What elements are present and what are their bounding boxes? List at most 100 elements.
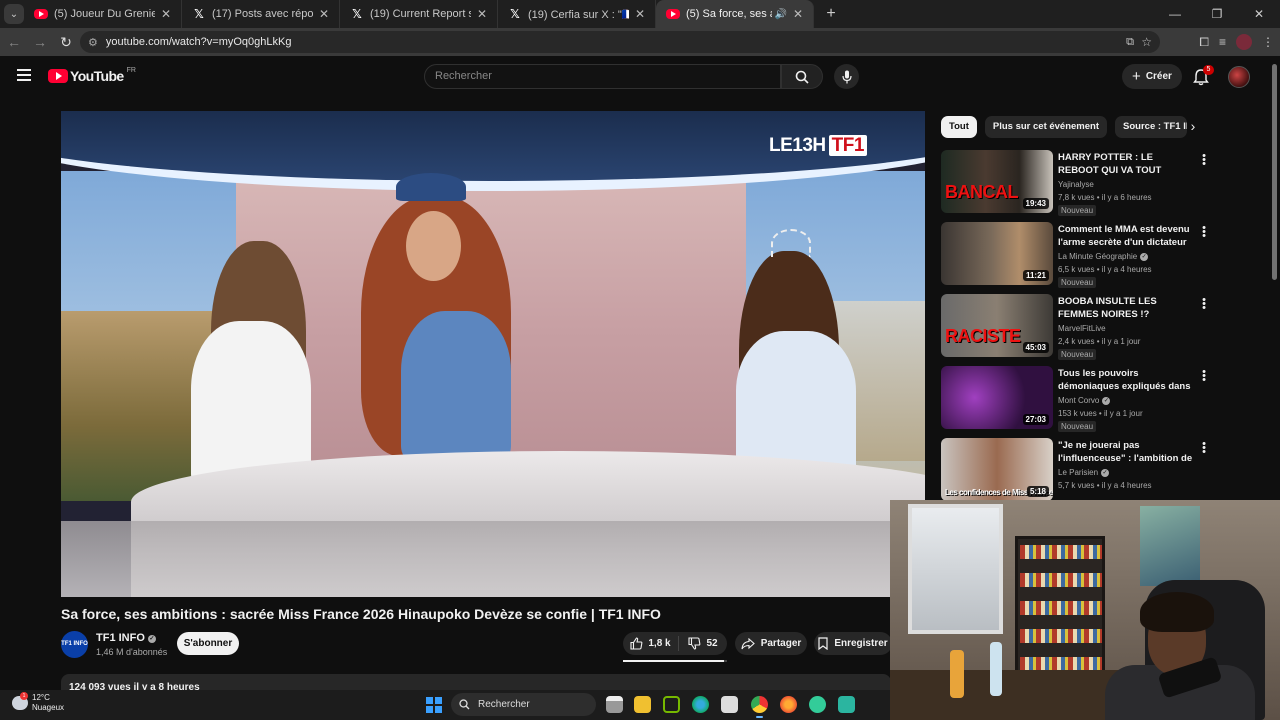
firefox-icon[interactable] bbox=[780, 696, 797, 713]
close-icon[interactable]: ✕ bbox=[159, 7, 173, 21]
edge-icon[interactable] bbox=[692, 696, 709, 713]
new-badge: Nouveau bbox=[1058, 205, 1097, 216]
bookmark-star-icon[interactable]: ☆ bbox=[1141, 35, 1152, 49]
x-icon: 𝕏 bbox=[194, 7, 204, 21]
recommendation-item[interactable]: 27:03 Tous les pouvoirs démoniaques expl… bbox=[941, 366, 1211, 432]
youtube-logo[interactable]: YouTube FR bbox=[48, 67, 136, 84]
tab-3[interactable]: 𝕏 (19) Current Report sur X : "BRE ✕ bbox=[340, 0, 498, 28]
tab-search-button[interactable]: ⌄ bbox=[4, 4, 24, 24]
taskbar-search[interactable]: Rechercher bbox=[451, 693, 596, 716]
channel-name[interactable]: TF1 INFO ✓ bbox=[96, 632, 156, 644]
more-options-icon[interactable]: • • • bbox=[1200, 151, 1208, 170]
channel-name[interactable]: MarvelFitLive bbox=[1058, 324, 1106, 333]
store-icon[interactable] bbox=[721, 696, 738, 713]
chip-source[interactable]: Source : TF1 IN bbox=[1115, 116, 1188, 138]
chip-event[interactable]: Plus sur cet événement bbox=[984, 116, 1108, 138]
app-icon[interactable] bbox=[838, 696, 855, 713]
minimize-icon[interactable]: — bbox=[1154, 0, 1196, 28]
install-app-icon[interactable]: ⧉ bbox=[1126, 36, 1134, 49]
tab-title: (17) Posts avec réponses de Ra bbox=[212, 8, 313, 20]
thumbs-up-icon bbox=[630, 637, 643, 650]
site-info-icon[interactable]: ⚙ bbox=[88, 36, 98, 49]
more-options-icon[interactable]: • • • bbox=[1200, 367, 1208, 386]
channel-name[interactable]: La Minute Géographie ✓ bbox=[1058, 252, 1149, 261]
like-ratio-bar bbox=[623, 660, 727, 662]
video-title[interactable]: Tous les pouvoirs démoniaques expliqués … bbox=[1058, 367, 1193, 393]
close-window-icon[interactable]: ✕ bbox=[1238, 0, 1280, 28]
tab-1[interactable]: (5) Joueur Du Grenier - YouTube ✕ bbox=[24, 0, 182, 28]
more-options-icon[interactable]: • • • bbox=[1200, 439, 1208, 458]
video-thumbnail[interactable]: BANCAL 19:43 bbox=[941, 150, 1053, 213]
video-thumbnail[interactable]: 27:03 bbox=[941, 366, 1053, 429]
new-tab-button[interactable]: + bbox=[820, 5, 842, 23]
search-button[interactable] bbox=[781, 64, 823, 89]
address-bar[interactable]: ⚙ youtube.com/watch?v=myOq0ghLkKg ⧉ ☆ bbox=[80, 31, 1160, 53]
search-input[interactable]: Rechercher bbox=[424, 64, 781, 89]
reload-icon[interactable]: ↻ bbox=[54, 34, 78, 51]
tab-5-active[interactable]: (5) Sa force, ses ambitions : 🔊 ✕ bbox=[656, 0, 814, 28]
back-icon[interactable]: ← bbox=[2, 34, 26, 50]
video-duration: 27:03 bbox=[1022, 414, 1049, 425]
video-meta: 2,4 k vues • il y a 1 jour bbox=[1058, 337, 1141, 346]
close-icon[interactable]: ✕ bbox=[791, 7, 805, 21]
video-meta: 5,7 k vues • il y a 4 heures bbox=[1058, 481, 1152, 490]
extensions-icon[interactable]: ⧠ bbox=[1199, 35, 1209, 50]
create-button[interactable]: + Créer bbox=[1122, 64, 1182, 89]
channel-avatar[interactable]: TF1 INFO bbox=[61, 631, 88, 658]
tab-4[interactable]: 𝕏 (19) Cerfia sur X : "🇫🇷 Voici le ✕ bbox=[498, 0, 656, 28]
windows-start-icon[interactable] bbox=[426, 697, 442, 713]
recommendation-item[interactable]: Les confidences de Miss France 5:18 "Je … bbox=[941, 438, 1211, 504]
recommendation-item[interactable]: RACISTE 45:03 BOOBA INSULTE LES FEMMES N… bbox=[941, 294, 1211, 360]
share-icon bbox=[741, 637, 755, 649]
voice-search-button[interactable] bbox=[834, 64, 859, 89]
weather-widget[interactable]: 1 12°C Nuageux bbox=[12, 692, 64, 713]
close-icon[interactable]: ✕ bbox=[317, 7, 331, 21]
channel-name[interactable]: Yajinalyse bbox=[1058, 180, 1094, 189]
more-options-icon[interactable]: • • • bbox=[1200, 295, 1208, 314]
video-thumbnail[interactable]: Les confidences de Miss France 5:18 bbox=[941, 438, 1053, 501]
profile-avatar[interactable] bbox=[1236, 34, 1252, 50]
more-options-icon[interactable]: • • • bbox=[1200, 223, 1208, 242]
chrome-icon[interactable] bbox=[751, 696, 768, 718]
share-button[interactable]: Partager bbox=[735, 632, 807, 655]
page-scrollbar[interactable] bbox=[1272, 64, 1277, 280]
media-icon[interactable]: ≡ bbox=[1219, 35, 1226, 49]
speaker-icon[interactable]: 🔊 bbox=[775, 9, 787, 20]
chip-all[interactable]: Tout bbox=[941, 116, 977, 138]
close-icon[interactable]: ✕ bbox=[633, 7, 647, 21]
file-explorer-icon[interactable] bbox=[634, 696, 651, 713]
video-title[interactable]: HARRY POTTER : LE REBOOT QUI VA TOUT RUI… bbox=[1058, 151, 1193, 177]
video-thumbnail[interactable]: 11:21 bbox=[941, 222, 1053, 285]
video-title[interactable]: Comment le MMA est devenu l'arme secrète… bbox=[1058, 223, 1193, 249]
menu-dots-icon[interactable]: ⋮ bbox=[1262, 35, 1274, 49]
chevron-right-icon[interactable]: › bbox=[1185, 118, 1201, 136]
channel-name[interactable]: Le Parisien ✓ bbox=[1058, 468, 1110, 477]
window-controls: — ❐ ✕ bbox=[1154, 0, 1280, 28]
video-thumbnail[interactable]: RACISTE 45:03 bbox=[941, 294, 1053, 357]
subscriber-count: 1,46 M d'abonnés bbox=[96, 647, 168, 657]
tab-title: (19) Current Report sur X : "BRE bbox=[370, 8, 471, 20]
video-player[interactable]: LE13H TF1 bbox=[61, 111, 925, 597]
account-avatar[interactable] bbox=[1228, 66, 1250, 88]
subscribe-button[interactable]: S'abonner bbox=[177, 632, 239, 655]
close-icon[interactable]: ✕ bbox=[475, 7, 489, 21]
temperature: 12°C bbox=[32, 693, 50, 702]
dislike-button[interactable]: 52 bbox=[679, 637, 727, 650]
nvidia-icon[interactable] bbox=[663, 696, 680, 713]
extension-buttons: ⧠ ≡ ⋮ bbox=[1199, 28, 1274, 56]
forward-icon[interactable]: → bbox=[28, 34, 52, 50]
like-button[interactable]: 1,8 k bbox=[623, 636, 679, 651]
channel-name[interactable]: Mont Corvo ✓ bbox=[1058, 396, 1111, 405]
maximize-icon[interactable]: ❐ bbox=[1196, 0, 1238, 28]
tab-2[interactable]: 𝕏 (17) Posts avec réponses de Ra ✕ bbox=[182, 0, 340, 28]
video-title[interactable]: BOOBA INSULTE LES FEMMES NOIRES !? bbox=[1058, 295, 1193, 321]
filter-chips: Tout Plus sur cet événement Source : TF1… bbox=[941, 116, 1188, 138]
cloud-icon: 1 bbox=[12, 692, 28, 710]
recommendation-item[interactable]: 11:21 Comment le MMA est devenu l'arme s… bbox=[941, 222, 1211, 288]
task-view-icon[interactable] bbox=[606, 696, 623, 713]
video-title[interactable]: "Je ne jouerai pas l'influenceuse" : l'a… bbox=[1058, 439, 1193, 465]
save-button[interactable]: Enregistrer bbox=[814, 632, 892, 655]
menu-icon[interactable] bbox=[17, 69, 31, 81]
recommendation-item[interactable]: BANCAL 19:43 HARRY POTTER : LE REBOOT QU… bbox=[941, 150, 1211, 216]
phone-link-icon[interactable] bbox=[809, 696, 826, 713]
